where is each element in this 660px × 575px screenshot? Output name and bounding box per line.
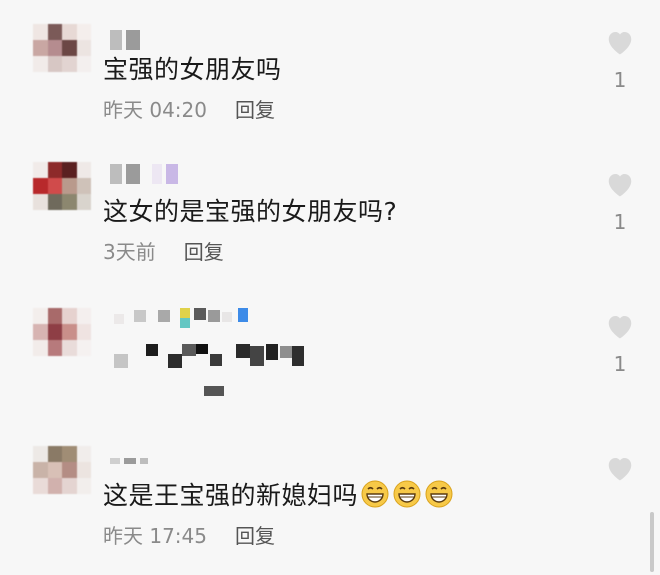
- comment-meta: 昨天 17:45 回复: [103, 520, 275, 549]
- like-count: 1: [613, 210, 627, 234]
- comment-item: 这女的是宝强的女朋友吗? 3天前 回复 1: [0, 140, 660, 280]
- grinning-emoji-icon: [361, 480, 389, 508]
- username-pixelated[interactable]: [110, 458, 148, 478]
- comment-item: 1: [0, 280, 660, 430]
- reply-button[interactable]: 回复: [184, 236, 224, 265]
- comment-text-content: 这是王宝强的新媳妇吗: [103, 481, 359, 510]
- avatar[interactable]: [33, 446, 91, 494]
- comment-time: 3天前: [103, 240, 156, 264]
- like-control[interactable]: 1: [603, 312, 637, 376]
- reply-button[interactable]: 回复: [235, 94, 275, 123]
- comment-time: 昨天 04:20: [103, 98, 207, 122]
- avatar[interactable]: [33, 308, 91, 356]
- heart-icon[interactable]: [605, 28, 635, 56]
- heart-icon[interactable]: [605, 170, 635, 198]
- like-count: 1: [613, 352, 627, 376]
- username-pixelated[interactable]: [110, 30, 140, 50]
- scrollbar-thumb[interactable]: [650, 512, 654, 572]
- comment-text-pixelated: [110, 340, 320, 400]
- avatar[interactable]: [33, 24, 91, 72]
- like-count: 1: [613, 68, 627, 92]
- comment-meta: 3天前 回复: [103, 236, 224, 265]
- like-control[interactable]: [603, 454, 637, 482]
- comment-item: 宝强的女朋友吗 昨天 04:20 回复 1: [0, 0, 660, 140]
- heart-icon[interactable]: [605, 312, 635, 340]
- comment-item: 这是王宝强的新媳妇吗 昨天 17:45 回复: [0, 430, 660, 575]
- grinning-emoji-icon: [393, 480, 421, 508]
- comment-text: 宝强的女朋友吗: [103, 55, 282, 84]
- comment-text: 这女的是宝强的女朋友吗?: [103, 197, 398, 226]
- comment-text: 这是王宝强的新媳妇吗: [103, 476, 454, 512]
- avatar[interactable]: [33, 162, 91, 210]
- comment-meta: 昨天 04:20 回复: [103, 94, 275, 123]
- username-pixelated[interactable]: [110, 164, 178, 184]
- grinning-emoji-icon: [425, 480, 453, 508]
- comment-time: 昨天 17:45: [103, 524, 207, 548]
- like-control[interactable]: 1: [603, 170, 637, 234]
- reply-button[interactable]: 回复: [235, 520, 275, 549]
- like-control[interactable]: 1: [603, 28, 637, 92]
- heart-icon[interactable]: [605, 454, 635, 482]
- username-pixelated[interactable]: [110, 308, 270, 332]
